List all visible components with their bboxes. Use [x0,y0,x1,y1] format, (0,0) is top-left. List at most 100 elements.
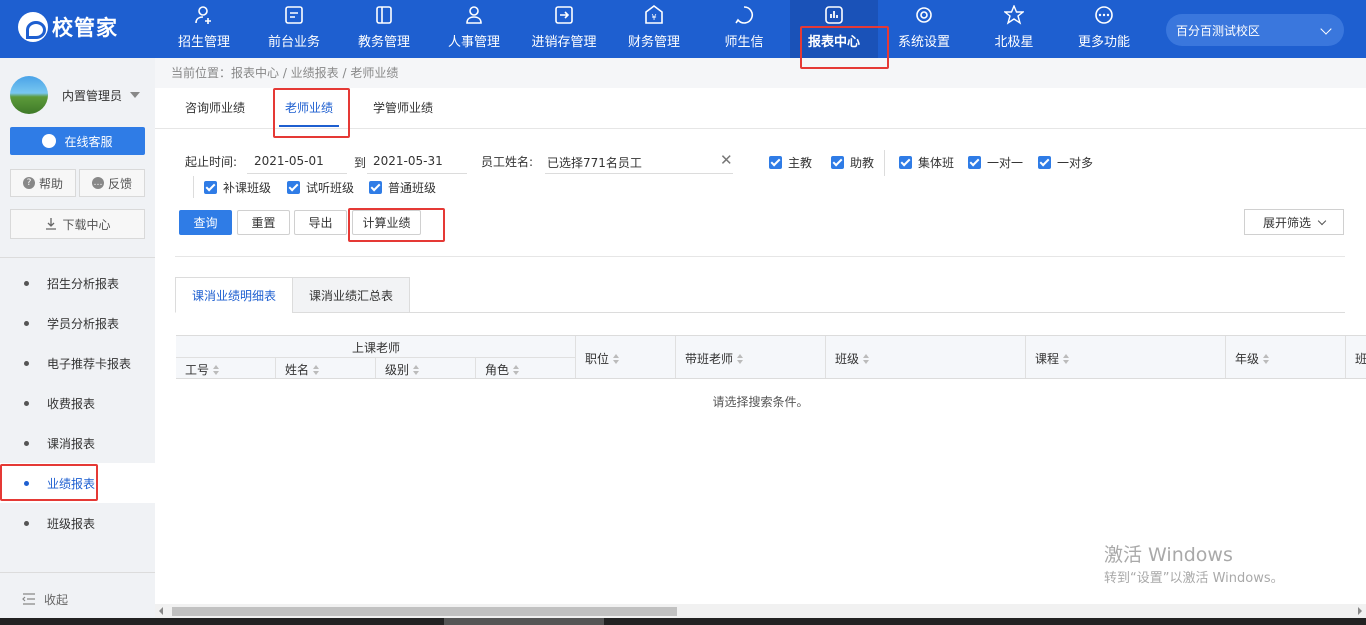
calculate-performance-button[interactable]: 计算业绩 [352,210,421,235]
nav-academic[interactable]: 教务管理 [340,0,428,58]
scroll-left-icon[interactable] [159,607,163,615]
empty-table-message: 请选择搜索条件。 [712,395,809,409]
sidebar-item-student-report[interactable]: 学员分析报表 [0,303,155,343]
sort-icon [1263,353,1270,364]
sort-icon [863,353,870,364]
checkbox-group-class[interactable]: 集体班 [899,154,954,171]
column-border [375,357,376,378]
checkbox-checked-icon [831,156,844,169]
bullet-icon [24,280,29,286]
column-position[interactable]: 职位 [585,350,620,367]
nav-more[interactable]: 更多功能 [1060,0,1148,58]
query-button[interactable]: 查询 [179,210,232,235]
breadcrumb: 当前位置：报表中心 / 业绩报表 / 老师业绩 [155,58,1366,88]
sidebar-item-fee-report[interactable]: 收费报表 [0,383,155,423]
nav-label: 北极星 [994,35,1034,50]
column-class-teacher[interactable]: 带班老师 [685,350,744,367]
nav-hr[interactable]: 人事管理 [430,0,518,58]
scroll-right-icon[interactable] [1358,607,1362,615]
column-course[interactable]: 课程 [1035,350,1070,367]
sidebar-item-consumption-report[interactable]: 课消报表 [0,423,155,463]
feedback-button[interactable]: … 反馈 [79,169,145,197]
column-employee-id[interactable]: 工号 [185,361,220,378]
sidebar-item-enrollment-report[interactable]: 招生分析报表 [0,263,155,303]
column-class-type[interactable]: 班 [1355,350,1366,367]
column-level[interactable]: 级别 [385,361,420,378]
clear-icon[interactable]: ✕ [720,151,733,169]
sidebar-item-label: 课消报表 [47,436,96,451]
user-menu[interactable]: 内置管理员 [10,76,141,114]
nav-enrollment[interactable]: 招生管理 [160,0,248,58]
checkbox-regular-class[interactable]: 普通班级 [369,179,436,196]
nav-front-desk[interactable]: 前台业务 [250,0,338,58]
tab-teacher-performance[interactable]: 老师业绩 [279,88,339,129]
column-role[interactable]: 角色 [485,361,520,378]
column-class[interactable]: 班级 [835,350,870,367]
checkbox-trial-class[interactable]: 试听班级 [287,179,354,196]
star-icon [1004,5,1024,25]
column-name[interactable]: 姓名 [285,361,320,378]
date-to-underline [367,173,467,174]
tab-summary-table[interactable]: 课消业绩汇总表 [292,277,410,313]
sort-icon [1063,353,1070,364]
column-label: 年级 [1235,352,1260,366]
table-header: 上课老师 工号 姓名 级别 角色 职位 带班老师 班级 课程 年级 班 [176,335,1366,379]
sort-icon [513,364,520,375]
chevron-down-icon [1317,216,1327,225]
nav-settings[interactable]: 系统设置 [880,0,968,58]
expand-filters-button[interactable]: 展开筛选 [1244,209,1344,235]
checkbox-label: 主教 [788,156,813,170]
column-label: 课程 [1035,352,1060,366]
column-label: 带班老师 [685,352,734,366]
column-grade[interactable]: 年级 [1235,350,1270,367]
staff-name-underline [545,173,733,174]
horizontal-scrollbar[interactable] [155,604,1366,618]
sidebar-item-performance-report[interactable]: 业绩报表 [0,463,155,503]
nav-label: 教务管理 [357,35,410,50]
column-label: 角色 [485,363,510,377]
column-label: 职位 [585,352,610,366]
checkbox-checked-icon [968,156,981,169]
divider [884,150,885,176]
checkbox-main-teacher[interactable]: 主教 [769,154,812,171]
export-button[interactable]: 导出 [294,210,347,235]
tab-manager-performance[interactable]: 学管师业绩 [373,88,433,129]
campus-selector[interactable]: 百分百测试校区 [1166,14,1344,46]
bullet-icon [24,520,29,526]
tab-detail-table[interactable]: 课消业绩明细表 [175,277,293,313]
checkbox-one-to-many[interactable]: 一对多 [1038,154,1093,171]
report-subtabs: 咨询师业绩 老师业绩 学管师业绩 [155,88,1366,129]
collapse-menu-icon [22,593,35,605]
checkbox-one-to-one[interactable]: 一对一 [968,154,1023,171]
reset-button[interactable]: 重置 [237,210,290,235]
nav-finance[interactable]: ¥ 财务管理 [610,0,698,58]
nav-messages[interactable]: 师生信 [700,0,788,58]
nav-reports[interactable]: 报表中心 [790,0,878,58]
sidebar-item-referral-report[interactable]: 电子推荐卡报表 [0,343,155,383]
brand-logo[interactable]: 校管家 [18,12,118,42]
staff-name-input[interactable]: 已选择771名员工 [547,154,642,171]
campus-label: 百分百测试校区 [1176,23,1261,38]
sort-icon [313,364,320,375]
tab-consultant-performance[interactable]: 咨询师业绩 [185,88,245,129]
nav-label: 招生管理 [177,35,230,50]
sidebar-item-class-report[interactable]: 班级报表 [0,503,155,543]
nav-inventory[interactable]: 进销存管理 [520,0,608,58]
checkbox-makeup-class[interactable]: 补课班级 [204,179,271,196]
sort-icon [613,353,620,364]
box-arrow-icon [555,6,573,24]
nav-label: 人事管理 [447,35,500,50]
checkbox-checked-icon [899,156,912,169]
checkbox-assistant-teacher[interactable]: 助教 [831,154,874,171]
column-border [575,336,576,378]
date-from-input[interactable]: 2021-05-01 [254,154,324,168]
nav-polaris[interactable]: 北极星 [970,0,1058,58]
checkbox-label: 集体班 [918,156,955,170]
date-to-input[interactable]: 2021-05-31 [373,154,443,168]
scrollbar-thumb[interactable] [172,607,677,616]
column-label: 姓名 [285,363,310,377]
help-button[interactable]: ? 帮助 [10,169,76,197]
download-center-button[interactable]: 下载中心 [10,209,145,239]
online-service-button[interactable]: 在线客服 [10,127,145,155]
date-to-label: 到 [354,156,367,170]
